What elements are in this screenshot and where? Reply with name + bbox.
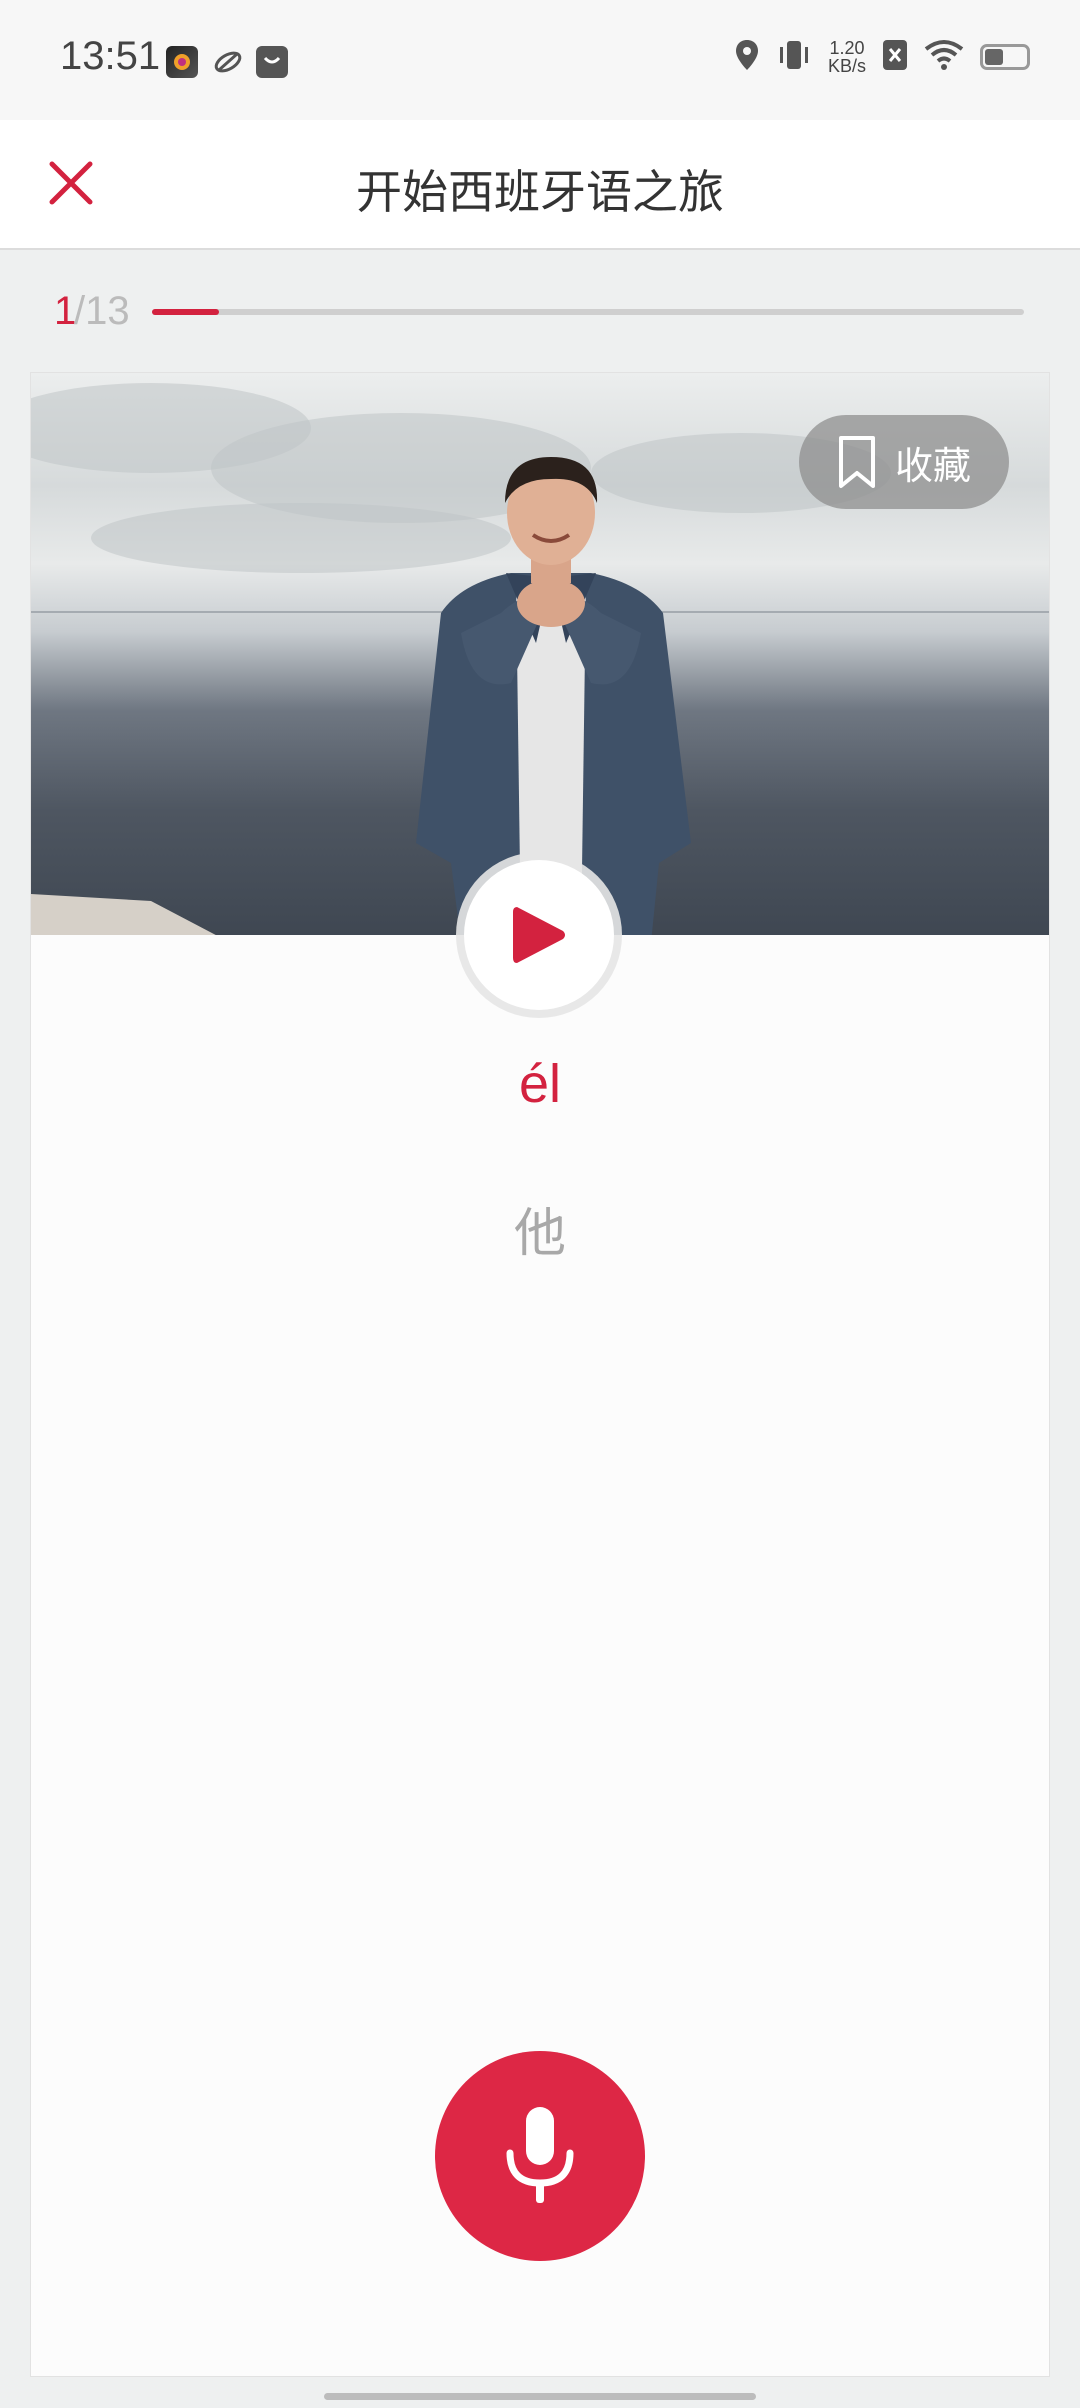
play-audio-button[interactable] xyxy=(464,860,614,1010)
home-indicator[interactable] xyxy=(324,2393,756,2400)
bag-icon xyxy=(256,46,288,78)
record-button[interactable] xyxy=(435,2051,645,2261)
play-icon xyxy=(513,907,565,963)
location-icon xyxy=(734,38,760,76)
status-time: 13:51 xyxy=(60,34,161,78)
word-card: 收藏 él 他 xyxy=(30,372,1050,2377)
battery-fill xyxy=(985,49,1003,65)
bookmark-label: 收藏 xyxy=(894,443,971,488)
link-icon xyxy=(212,46,244,78)
speed-unit: KB/s xyxy=(827,56,866,76)
data-speed: 1.20 KB/s xyxy=(828,39,866,75)
progress-track xyxy=(152,309,1024,315)
bookmark-icon xyxy=(838,436,875,488)
lesson-progress: 1 /13 xyxy=(54,285,1026,341)
top-bar: 开始西班牙语之旅 xyxy=(0,120,1080,250)
spanish-word: él xyxy=(518,1054,562,1114)
progress-fill xyxy=(152,309,219,315)
bookmark-button[interactable]: 收藏 xyxy=(799,415,1009,509)
speed-value: 1.20 xyxy=(829,38,865,58)
progress-total: /13 xyxy=(74,289,130,333)
vibrate-icon xyxy=(776,38,812,76)
wifi-icon xyxy=(924,39,964,75)
sim-off-icon xyxy=(882,39,908,75)
status-bar: 13:51 1.20 KB/s xyxy=(0,0,1080,120)
app-icon xyxy=(166,46,198,78)
page-title: 开始西班牙语之旅 xyxy=(356,165,724,219)
battery-icon xyxy=(980,44,1030,70)
word-photo: 收藏 xyxy=(31,373,1049,935)
microphone-icon xyxy=(506,2107,574,2203)
progress-current: 1 xyxy=(54,289,77,333)
status-right: 1.20 KB/s xyxy=(734,38,1030,76)
word-translation: 他 xyxy=(513,1204,566,1264)
